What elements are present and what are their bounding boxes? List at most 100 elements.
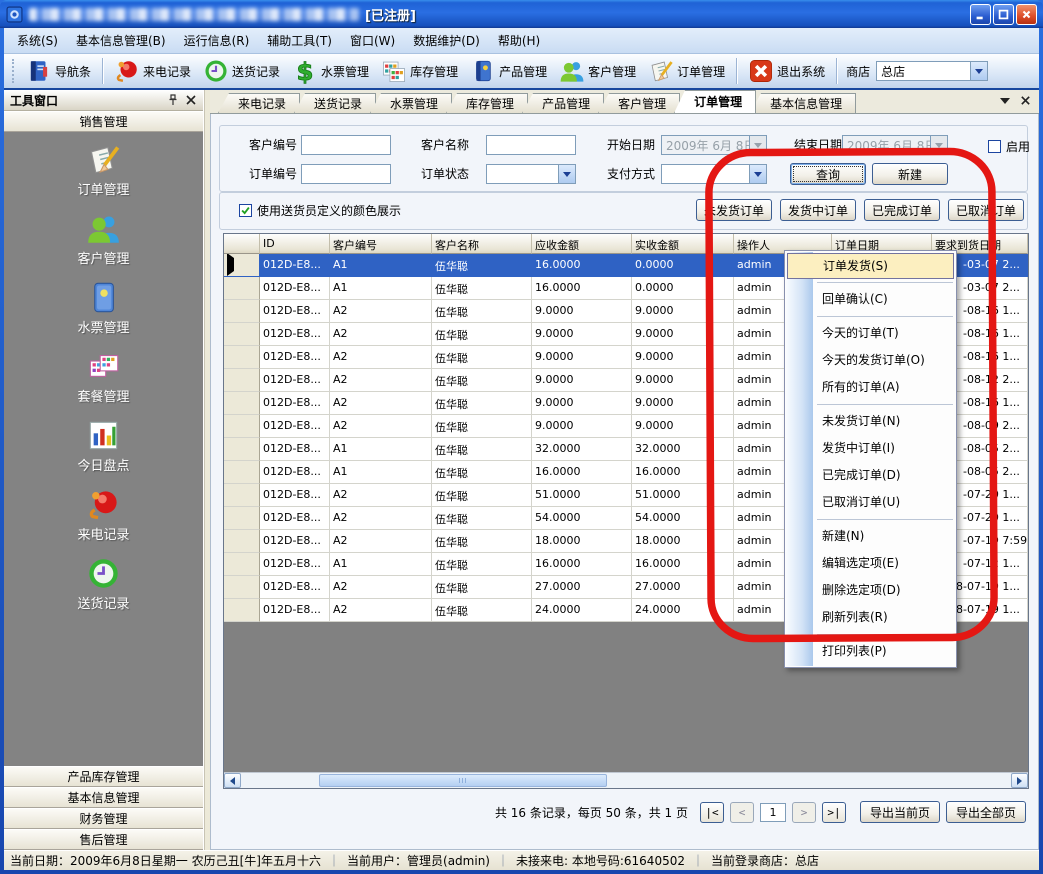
sidebar-item-users[interactable]: 客户管理 bbox=[4, 211, 203, 267]
sidebar-group-1[interactable]: 基本信息管理 bbox=[4, 787, 203, 808]
status-filter-button-3[interactable]: 已取消订单 bbox=[948, 199, 1024, 221]
toolbar-button-order[interactable]: 订单管理 bbox=[642, 56, 731, 86]
status-filter-button-2[interactable]: 已完成订单 bbox=[864, 199, 940, 221]
tab-7[interactable]: 基本信息管理 bbox=[750, 93, 856, 113]
context-menu-item-16[interactable]: 刷新列表(R) bbox=[785, 604, 956, 631]
tab-3[interactable]: 库存管理 bbox=[446, 93, 528, 113]
row-indicator-cell bbox=[224, 323, 260, 346]
tab-1[interactable]: 送货记录 bbox=[294, 93, 376, 113]
chevron-down-icon[interactable] bbox=[749, 165, 766, 183]
customer-name-input[interactable] bbox=[486, 135, 576, 155]
minimize-button[interactable] bbox=[970, 4, 991, 25]
scrollbar-thumb[interactable] bbox=[319, 774, 607, 787]
status-filter-button-0[interactable]: 未发货订单 bbox=[696, 199, 772, 221]
table-cell: 54.0000 bbox=[632, 507, 734, 530]
new-button[interactable]: 新建 bbox=[872, 163, 948, 185]
toolbar-button-navbook[interactable]: 导航条 bbox=[20, 56, 97, 86]
export-all-pages-button[interactable]: 导出全部页 bbox=[946, 801, 1026, 823]
page-number-input[interactable] bbox=[760, 803, 786, 822]
context-menu-item-9[interactable]: 发货中订单(I) bbox=[785, 435, 956, 462]
context-menu-item-11[interactable]: 已取消订单(U) bbox=[785, 489, 956, 516]
toolbar-button-product[interactable]: 产品管理 bbox=[464, 56, 553, 86]
payment-method-select[interactable] bbox=[661, 164, 767, 184]
export-current-page-button[interactable]: 导出当前页 bbox=[860, 801, 940, 823]
close-button[interactable] bbox=[1016, 4, 1037, 25]
menu-item-3[interactable]: 辅助工具(T) bbox=[258, 28, 341, 53]
sidebar-group-2[interactable]: 财务管理 bbox=[4, 808, 203, 829]
chevron-down-icon[interactable] bbox=[970, 62, 987, 80]
enable-checkbox[interactable] bbox=[988, 140, 1001, 153]
context-menu-item-14[interactable]: 编辑选定项(E) bbox=[785, 550, 956, 577]
toolbar-button-users[interactable]: 客户管理 bbox=[553, 56, 642, 86]
maximize-button[interactable] bbox=[993, 4, 1014, 25]
toolbar-button-exit[interactable]: 退出系统 bbox=[742, 56, 831, 86]
tab-6[interactable]: 订单管理 bbox=[674, 90, 756, 113]
scroll-left-icon[interactable] bbox=[224, 773, 241, 788]
close-icon[interactable] bbox=[185, 94, 197, 106]
customer-no-input[interactable] bbox=[301, 135, 391, 155]
context-menu-item-0[interactable]: 订单发货(S) bbox=[787, 253, 954, 279]
last-page-button[interactable]: >| bbox=[822, 802, 846, 823]
horizontal-scrollbar[interactable] bbox=[224, 772, 1028, 788]
menu-separator bbox=[817, 282, 953, 283]
tab-5[interactable]: 客户管理 bbox=[598, 93, 680, 113]
table-cell: A1 bbox=[330, 553, 432, 576]
context-menu-item-18[interactable]: 打印列表(P) bbox=[785, 638, 956, 665]
toolbar-button-clock[interactable]: 送货记录 bbox=[197, 56, 286, 86]
context-menu-item-4[interactable]: 今天的订单(T) bbox=[785, 320, 956, 347]
chevron-down-icon bbox=[749, 136, 766, 154]
table-cell: A2 bbox=[330, 415, 432, 438]
context-menu-item-10[interactable]: 已完成订单(D) bbox=[785, 462, 956, 489]
menu-item-4[interactable]: 窗口(W) bbox=[341, 28, 404, 53]
status-filter-button-1[interactable]: 发货中订单 bbox=[780, 199, 856, 221]
order-status-select[interactable] bbox=[486, 164, 576, 184]
table-cell: 012D-E8... bbox=[260, 300, 330, 323]
table-cell: 54.0000 bbox=[532, 507, 632, 530]
sidebar-item-clock[interactable]: 送货记录 bbox=[4, 556, 203, 612]
start-date-picker[interactable]: 2009年 6月 8日 bbox=[661, 135, 767, 155]
context-menu-item-5[interactable]: 今天的发货订单(O) bbox=[785, 347, 956, 374]
enable-checkbox-row: 启用 bbox=[988, 138, 1030, 155]
tool-window-header: 工具窗口 bbox=[4, 90, 203, 111]
menu-item-2[interactable]: 运行信息(R) bbox=[175, 28, 259, 53]
toolbar-button-bell[interactable]: 来电记录 bbox=[108, 56, 197, 86]
toolbar-button-grid[interactable]: 库存管理 bbox=[375, 56, 464, 86]
next-page-button[interactable]: > bbox=[792, 802, 816, 823]
tab-close-icon[interactable] bbox=[1020, 95, 1031, 106]
menu-item-0[interactable]: 系统(S) bbox=[8, 28, 67, 53]
shop-select[interactable]: 总店 bbox=[876, 61, 988, 81]
tab-2[interactable]: 水票管理 bbox=[370, 93, 452, 113]
sidebar-group-0[interactable]: 产品库存管理 bbox=[4, 766, 203, 787]
context-menu-item-2[interactable]: 回单确认(C) bbox=[785, 286, 956, 313]
sidebar-item-chart[interactable]: 今日盘点 bbox=[4, 418, 203, 474]
query-button[interactable]: 查询 bbox=[790, 163, 866, 185]
tab-4[interactable]: 产品管理 bbox=[522, 93, 604, 113]
end-date-picker[interactable]: 2009年 6月 8日 bbox=[842, 135, 948, 155]
scroll-right-icon[interactable] bbox=[1011, 773, 1028, 788]
menu-item-5[interactable]: 数据维护(D) bbox=[404, 28, 489, 53]
sidebar-item-ticket[interactable]: 水票管理 bbox=[4, 280, 203, 336]
tab-list-dropdown-icon[interactable] bbox=[1000, 98, 1010, 104]
row-indicator-cell bbox=[224, 254, 260, 277]
context-menu-item-13[interactable]: 新建(N) bbox=[785, 523, 956, 550]
sidebar-item-combo[interactable]: 套餐管理 bbox=[4, 349, 203, 405]
context-menu-item-15[interactable]: 删除选定项(D) bbox=[785, 577, 956, 604]
sidebar-item-bell[interactable]: 来电记录 bbox=[4, 487, 203, 543]
context-menu-item-8[interactable]: 未发货订单(N) bbox=[785, 408, 956, 435]
chevron-down-icon[interactable] bbox=[558, 165, 575, 183]
bell-icon bbox=[114, 58, 140, 84]
context-menu-item-6[interactable]: 所有的订单(A) bbox=[785, 374, 956, 401]
sidebar-group-sales[interactable]: 销售管理 bbox=[4, 111, 203, 132]
menu-item-6[interactable]: 帮助(H) bbox=[489, 28, 549, 53]
first-page-button[interactable]: |< bbox=[700, 802, 724, 823]
pin-icon[interactable] bbox=[167, 94, 179, 106]
sidebar-item-order[interactable]: 订单管理 bbox=[4, 142, 203, 198]
prev-page-button[interactable]: < bbox=[730, 802, 754, 823]
order-no-input[interactable] bbox=[301, 164, 391, 184]
menu-item-1[interactable]: 基本信息管理(B) bbox=[67, 28, 175, 53]
delivery-color-checkbox[interactable] bbox=[239, 204, 252, 217]
sidebar-group-3[interactable]: 售后管理 bbox=[4, 829, 203, 850]
toolbar-button-dollar[interactable]: $水票管理 bbox=[286, 56, 375, 86]
tab-0[interactable]: 来电记录 bbox=[218, 93, 300, 113]
sidebar-item-label: 客户管理 bbox=[77, 248, 129, 267]
